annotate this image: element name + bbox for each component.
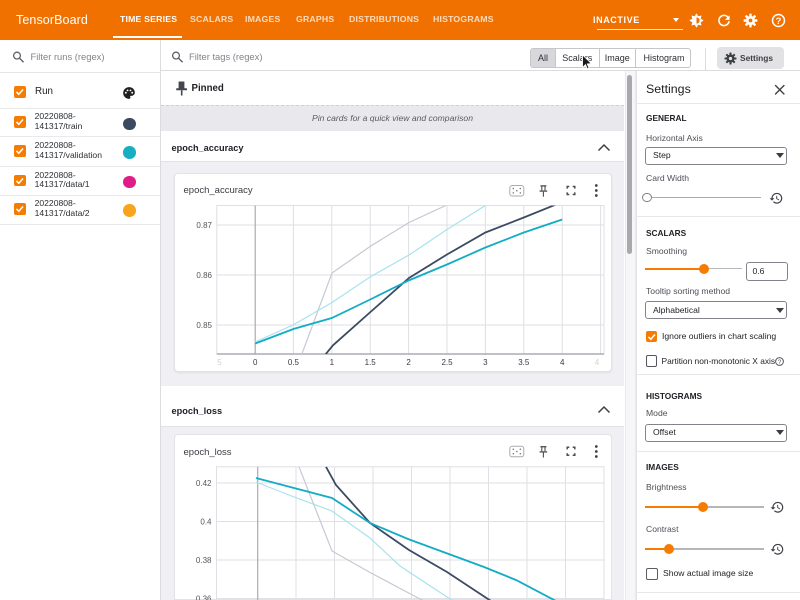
svg-text:0.4: 0.4 (200, 517, 212, 526)
svg-text:1.5: 1.5 (365, 358, 377, 367)
svg-text:5: 5 (217, 358, 222, 367)
svg-text:0.85: 0.85 (196, 320, 212, 329)
svg-text:4: 4 (560, 358, 565, 367)
svg-text:3.5: 3.5 (518, 358, 530, 367)
svg-text:0.42: 0.42 (196, 479, 212, 488)
svg-text:3: 3 (483, 358, 488, 367)
svg-text:epoch_loss: epoch_loss (184, 447, 232, 458)
svg-text:0.38: 0.38 (196, 556, 212, 565)
svg-text:epoch_accuracy: epoch_accuracy (184, 185, 253, 196)
svg-text:2: 2 (406, 358, 411, 367)
svg-text:1: 1 (330, 358, 335, 367)
svg-text:0.87: 0.87 (196, 220, 212, 229)
svg-text:0: 0 (253, 358, 258, 367)
svg-text:0.86: 0.86 (196, 270, 212, 279)
svg-text:4: 4 (595, 358, 600, 367)
svg-text:?: ? (777, 358, 781, 365)
svg-text:0.5: 0.5 (288, 358, 300, 367)
svg-text:2.5: 2.5 (441, 358, 453, 367)
svg-text:0.36: 0.36 (196, 594, 212, 600)
svg-text:?: ? (775, 16, 781, 27)
